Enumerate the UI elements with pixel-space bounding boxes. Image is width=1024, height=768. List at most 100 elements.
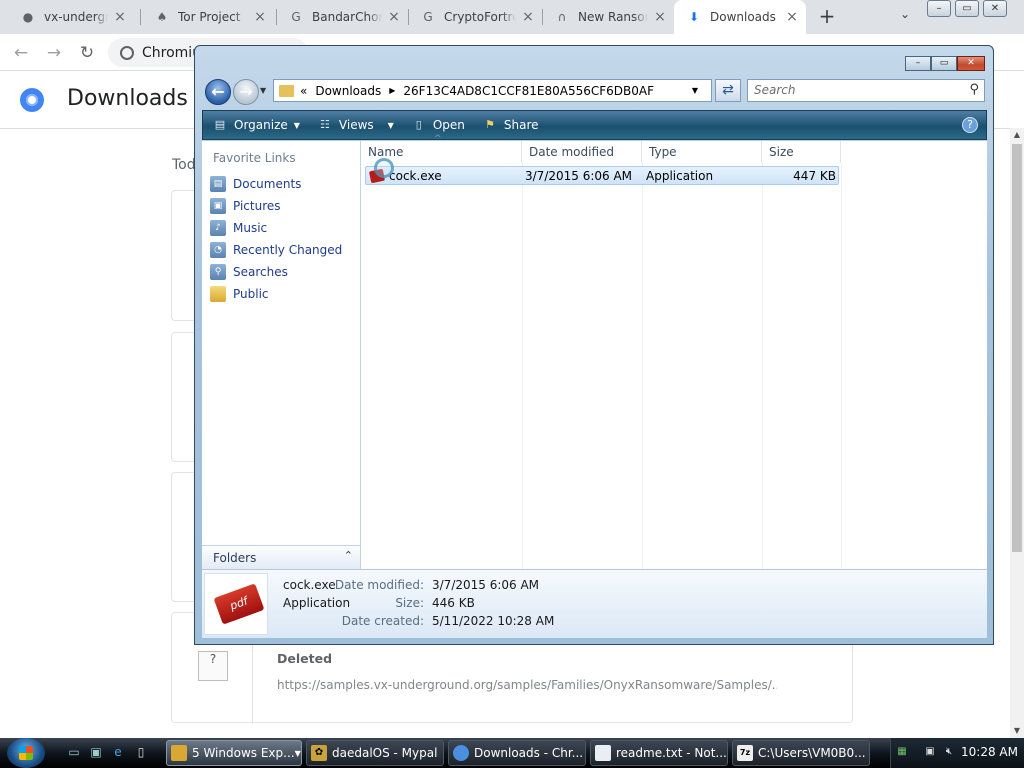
taskbar-button-chromium[interactable]: Downloads - Chr... bbox=[448, 740, 586, 766]
scroll-up-arrow-icon[interactable]: ▲ bbox=[1010, 128, 1024, 142]
share-button[interactable]: ⚑ Share bbox=[482, 118, 539, 132]
details-size: 446 KB bbox=[432, 596, 475, 610]
column-header-type[interactable]: Type bbox=[642, 141, 762, 163]
address-dropdown-icon[interactable]: ▼ bbox=[687, 86, 703, 95]
back-button[interactable]: ← bbox=[205, 79, 231, 105]
breadcrumb-separator-icon[interactable]: ▶ bbox=[389, 86, 395, 95]
open-icon: ▯ bbox=[415, 118, 422, 131]
command-label: Share bbox=[503, 118, 539, 132]
close-button[interactable]: ✕ bbox=[983, 0, 1007, 17]
taskbar-button-notepad[interactable]: readme.txt - Not... bbox=[590, 740, 728, 766]
scrollbar-thumb[interactable] bbox=[1012, 144, 1022, 552]
close-icon[interactable]: × bbox=[112, 9, 128, 25]
page-scrollbar[interactable]: ▲ ▼ bbox=[1010, 128, 1024, 738]
details-date-modified: 3/7/2015 6:06 AM bbox=[432, 578, 540, 592]
browser-tab[interactable]: ∩ New Ransom × bbox=[542, 0, 674, 34]
close-icon[interactable]: × bbox=[252, 9, 268, 25]
chromium-icon bbox=[120, 45, 134, 60]
browser-tab-active[interactable]: ⬇ Downloads × bbox=[674, 0, 806, 34]
browser-tab[interactable]: G CryptoFortre × bbox=[408, 0, 542, 34]
views-button[interactable]: ☷ Views ▼ bbox=[317, 118, 394, 132]
forward-button[interactable]: → bbox=[43, 42, 65, 64]
address-bar[interactable]: « Downloads ▶ 26F13C4AD8C1CCF81E80A556CF… bbox=[273, 79, 712, 102]
nav-item-searches[interactable]: ⚲ Searches bbox=[202, 261, 360, 283]
monitor-icon[interactable]: ▣ bbox=[923, 746, 937, 760]
nav-item-label: Public bbox=[233, 287, 269, 301]
minimize-button[interactable]: – bbox=[905, 56, 931, 71]
nav-item-recently-changed[interactable]: ◔ Recently Changed bbox=[202, 239, 360, 261]
internet-explorer-icon[interactable]: e bbox=[110, 745, 126, 761]
tab-search-button[interactable]: ⌄ bbox=[896, 7, 914, 27]
breadcrumb-overflow-icon[interactable]: « bbox=[300, 84, 307, 98]
command-bar: ▤ Organize ▼ ☷ Views ▼ ▯ Open ⚑ Share ? bbox=[202, 110, 987, 140]
page-title: Downloads bbox=[67, 86, 188, 111]
folder-icon bbox=[171, 745, 187, 761]
column-header-date-modified[interactable]: Date modified bbox=[522, 141, 642, 163]
music-icon: ♪ bbox=[210, 220, 226, 236]
share-icon: ⚑ bbox=[484, 118, 495, 131]
browser-tab[interactable]: G BandarChorR × bbox=[276, 0, 408, 34]
new-tab-button[interactable]: + bbox=[816, 6, 838, 28]
command-label: Views bbox=[338, 118, 374, 132]
start-button[interactable] bbox=[7, 738, 45, 768]
scroll-down-arrow-icon[interactable]: ▼ bbox=[1010, 724, 1024, 738]
system-tray: ▦ ▣ 🔇︎ 10:28 AM bbox=[890, 738, 1024, 768]
file-list: Name Date modified Type Size cock.exe 3/… bbox=[361, 134, 987, 569]
search-icon[interactable]: ⚲ bbox=[969, 82, 979, 97]
download-url[interactable]: https://samples.vx-underground.org/sampl… bbox=[277, 678, 777, 692]
column-headers: Name Date modified Type Size bbox=[361, 134, 841, 163]
taskbar-button-explorer[interactable]: 5 Windows Exp... ▼ bbox=[166, 740, 302, 766]
favorite-links-header: Favorite Links bbox=[213, 151, 296, 165]
details-pane: pdf cock.exe Application Date modified: … bbox=[202, 569, 987, 638]
close-icon[interactable]: × bbox=[520, 9, 536, 25]
close-icon[interactable]: × bbox=[652, 9, 668, 25]
onion-icon: ♠ bbox=[156, 10, 168, 24]
file-row[interactable]: cock.exe 3/7/2015 6:06 AM Application 44… bbox=[365, 166, 839, 185]
recent-pages-dropdown[interactable]: ▼ bbox=[260, 86, 266, 95]
folders-toggle[interactable]: Folders ⌃ bbox=[202, 545, 361, 569]
nav-item-documents[interactable]: ▤ Documents bbox=[202, 173, 360, 195]
refresh-button[interactable]: ⇄ bbox=[715, 79, 741, 102]
organize-icon: ▤ bbox=[214, 118, 226, 131]
download-status: Deleted bbox=[277, 651, 333, 666]
system-clock[interactable]: 10:28 AM bbox=[961, 745, 1018, 759]
reload-button[interactable]: ↻ bbox=[76, 42, 98, 64]
show-desktop-icon[interactable]: ▭ bbox=[66, 745, 82, 761]
download-icon: ⬇ bbox=[688, 10, 700, 24]
notepad-icon[interactable]: ▯ bbox=[133, 745, 149, 761]
nav-item-public[interactable]: Public bbox=[202, 283, 360, 305]
searches-icon: ⚲ bbox=[210, 264, 226, 280]
close-icon[interactable]: × bbox=[386, 9, 402, 25]
pictures-icon: ▣ bbox=[210, 198, 226, 214]
switch-windows-icon[interactable]: ▣ bbox=[88, 745, 104, 761]
nav-item-music[interactable]: ♪ Music bbox=[202, 217, 360, 239]
folder-icon bbox=[279, 84, 294, 97]
close-button[interactable]: ✕ bbox=[957, 56, 985, 71]
organize-button[interactable]: ▤ Organize ▼ bbox=[212, 118, 300, 132]
maximize-button[interactable]: ▭ bbox=[931, 56, 957, 71]
breadcrumb-item[interactable]: 26F13C4AD8C1CCF81E80A556CF6DB0AF bbox=[403, 84, 654, 98]
notepad-icon bbox=[595, 745, 611, 761]
details-label: Size: bbox=[395, 596, 424, 610]
column-header-size[interactable]: Size bbox=[762, 141, 841, 163]
forward-button[interactable]: → bbox=[233, 79, 259, 105]
volume-muted-icon[interactable]: 🔇︎ bbox=[942, 746, 956, 760]
maximize-button[interactable]: ▭ bbox=[955, 0, 979, 17]
nav-item-label: Documents bbox=[233, 177, 302, 191]
pdf-icon: pdf bbox=[213, 583, 265, 625]
nav-item-pictures[interactable]: ▣ Pictures bbox=[202, 195, 360, 217]
breadcrumb-item[interactable]: Downloads bbox=[315, 84, 381, 98]
taskbar-button-mypal[interactable]: ✿ daedalOS - Mypal bbox=[306, 740, 444, 766]
help-icon[interactable]: ? bbox=[962, 117, 978, 133]
network-icon[interactable]: ▦ bbox=[895, 746, 909, 760]
busy-cursor-icon bbox=[374, 158, 394, 178]
taskbar-button-7zip[interactable]: 7z C:\Users\VM0B0... bbox=[732, 740, 870, 766]
search-input[interactable]: Search ⚲ bbox=[747, 79, 985, 102]
tab-label: New Ransom bbox=[578, 10, 648, 24]
browser-tab[interactable]: ♠ Tor Project × bbox=[142, 0, 274, 34]
open-button[interactable]: ▯ Open bbox=[411, 118, 465, 132]
browser-tab[interactable]: ● vx-undergro × bbox=[8, 0, 134, 34]
minimize-button[interactable]: – bbox=[927, 0, 951, 17]
close-icon[interactable]: × bbox=[784, 9, 800, 25]
back-button[interactable]: ← bbox=[10, 42, 32, 64]
